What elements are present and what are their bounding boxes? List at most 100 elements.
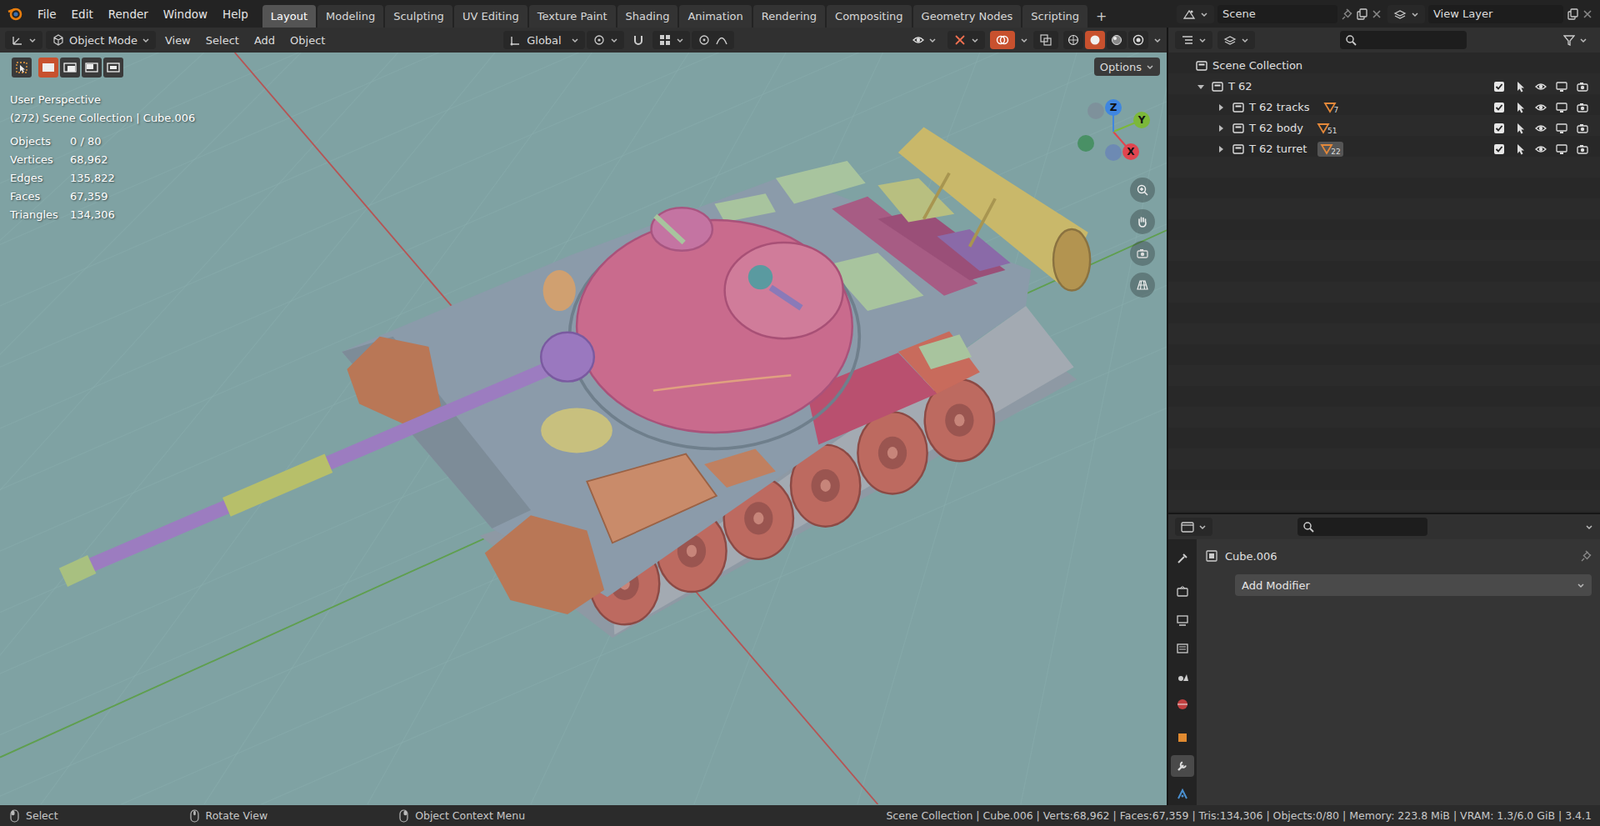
- expand-toggle[interactable]: [1215, 122, 1228, 135]
- select-mode-button[interactable]: [60, 57, 80, 78]
- workspace-tab[interactable]: Rendering: [753, 5, 825, 28]
- view-layer-field[interactable]: View Layer: [1428, 5, 1564, 24]
- selectable-arrow-icon[interactable]: [1514, 101, 1526, 114]
- blender-logo-icon[interactable]: [6, 5, 25, 24]
- workspace-tab[interactable]: Geometry Nodes: [913, 5, 1022, 28]
- viewport-menu[interactable]: Add: [248, 30, 281, 50]
- app-menu[interactable]: [6, 0, 30, 28]
- monitor-icon[interactable]: [1555, 101, 1568, 114]
- add-workspace-button[interactable]: +: [1089, 5, 1114, 28]
- gizmo-negative-axis[interactable]: [1077, 135, 1095, 152]
- shading-button[interactable]: [1085, 30, 1105, 50]
- menu-item[interactable]: Render: [100, 0, 156, 28]
- expand-toggle[interactable]: [1215, 101, 1228, 114]
- mode-dropdown[interactable]: Object Mode: [45, 30, 156, 50]
- shading-button[interactable]: [1106, 30, 1127, 50]
- chevron-icon[interactable]: [1585, 522, 1594, 531]
- exclude-checkbox[interactable]: [1493, 80, 1505, 93]
- workspace-tab[interactable]: Shading: [617, 5, 679, 28]
- viewport-menu[interactable]: Select: [200, 30, 245, 50]
- workspace-tab[interactable]: UV Editing: [454, 5, 528, 28]
- pivot-dropdown[interactable]: [586, 30, 625, 50]
- chevron-icon[interactable]: [1153, 35, 1162, 45]
- close-icon[interactable]: [1370, 8, 1383, 20]
- eye-icon[interactable]: [1535, 80, 1547, 93]
- camera-view-button[interactable]: [1130, 240, 1155, 266]
- orientation-dropdown[interactable]: Global: [503, 30, 585, 50]
- eye-icon[interactable]: [1535, 143, 1547, 155]
- viewport-menu[interactable]: View: [159, 30, 197, 50]
- properties-tab[interactable]: [1170, 637, 1195, 660]
- outliner-row[interactable]: T 62: [1168, 75, 1600, 97]
- expand-toggle[interactable]: [1215, 143, 1228, 155]
- expand-toggle[interactable]: [1195, 80, 1207, 93]
- options-button[interactable]: Options: [1094, 57, 1160, 76]
- viewport-menu[interactable]: Object: [284, 30, 331, 50]
- outliner-row[interactable]: T 62 tracks7: [1168, 96, 1600, 118]
- outliner-row[interactable]: Scene Collection: [1168, 55, 1600, 76]
- workspace-tab[interactable]: Layout: [262, 5, 316, 28]
- proportional-toggle[interactable]: [691, 30, 735, 50]
- exclude-checkbox[interactable]: [1493, 143, 1505, 155]
- eye-icon[interactable]: [1535, 101, 1547, 114]
- navigation-gizmo[interactable]: XYZ: [1066, 94, 1150, 178]
- camera-icon[interactable]: [1576, 101, 1589, 114]
- shading-button[interactable]: [1063, 30, 1084, 50]
- outliner-search[interactable]: [1340, 30, 1467, 50]
- gizmo-axis[interactable]: Y: [1133, 111, 1150, 129]
- monitor-icon[interactable]: [1555, 122, 1568, 135]
- camera-icon[interactable]: [1576, 143, 1589, 155]
- active-tool-button[interactable]: [11, 57, 32, 78]
- menu-item[interactable]: File: [30, 0, 65, 28]
- selectable-arrow-icon[interactable]: [1514, 80, 1526, 93]
- scene-browse[interactable]: [1176, 5, 1215, 24]
- select-mode-button[interactable]: [38, 57, 59, 78]
- monitor-icon[interactable]: [1555, 80, 1568, 93]
- outliner-row[interactable]: T 62 body51: [1168, 117, 1600, 139]
- properties-tab[interactable]: [1170, 693, 1195, 715]
- eye-icon[interactable]: [1535, 122, 1547, 135]
- camera-icon[interactable]: [1576, 122, 1589, 135]
- workspace-tab[interactable]: Texture Paint: [529, 5, 616, 28]
- filter-button[interactable]: [1557, 30, 1594, 50]
- properties-tab[interactable]: [1170, 726, 1195, 749]
- properties-tab[interactable]: [1170, 665, 1195, 688]
- selectable-arrow-icon[interactable]: [1514, 143, 1526, 155]
- exclude-checkbox[interactable]: [1493, 101, 1505, 114]
- snap-toggle[interactable]: [625, 30, 651, 50]
- workspace-tab[interactable]: Sculpting: [385, 5, 453, 28]
- properties-search[interactable]: [1297, 517, 1428, 536]
- gizmo-toggle[interactable]: [947, 30, 985, 50]
- gizmo-negative-axis[interactable]: [1087, 102, 1105, 120]
- scene-field[interactable]: Scene: [1217, 5, 1338, 24]
- gizmo-negative-axis[interactable]: [1105, 144, 1122, 161]
- properties-tab[interactable]: [1170, 755, 1195, 777]
- menu-item[interactable]: Window: [155, 0, 215, 28]
- workspace-tab[interactable]: Compositing: [826, 5, 912, 28]
- properties-tab[interactable]: [1170, 580, 1195, 603]
- duplicate-icon[interactable]: [1566, 8, 1579, 20]
- gizmo-axis[interactable]: X: [1122, 143, 1140, 160]
- editor-type-button[interactable]: [1175, 30, 1213, 50]
- select-mode-button[interactable]: [81, 57, 102, 78]
- properties-tab[interactable]: [1170, 547, 1195, 570]
- viewport-canvas[interactable]: OptionsUser Perspective(272) Scene Colle…: [0, 52, 1167, 805]
- gizmo-axis[interactable]: Z: [1105, 99, 1122, 116]
- shading-button[interactable]: [1128, 30, 1149, 50]
- duplicate-icon[interactable]: [1355, 8, 1368, 20]
- chevron-icon[interactable]: [1020, 35, 1029, 45]
- menu-item[interactable]: Help: [215, 0, 256, 28]
- workspace-tab[interactable]: Animation: [679, 5, 751, 28]
- display-mode-button[interactable]: [1217, 30, 1255, 50]
- pan-button[interactable]: [1130, 209, 1155, 235]
- view-layer-browse[interactable]: [1387, 5, 1425, 24]
- projection-button[interactable]: [1130, 272, 1155, 298]
- overlay-toggle[interactable]: [990, 30, 1015, 50]
- close-icon[interactable]: [1581, 8, 1594, 20]
- pin-icon[interactable]: [1580, 549, 1592, 563]
- editor-type-button[interactable]: [1175, 517, 1213, 536]
- add-modifier-dropdown[interactable]: Add Modifier: [1235, 574, 1592, 596]
- selectable-arrow-icon[interactable]: [1514, 122, 1526, 135]
- snap-dropdown[interactable]: [652, 30, 690, 50]
- monitor-icon[interactable]: [1555, 143, 1568, 155]
